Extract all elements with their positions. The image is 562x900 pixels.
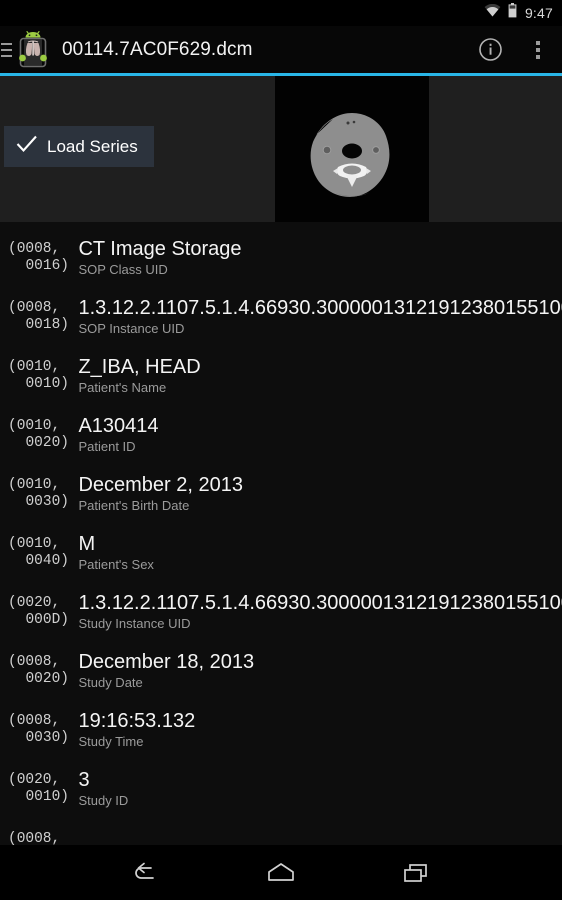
tag-value: Z_IBA, HEAD — [78, 356, 201, 378]
tag-number: (0008, 0020) — [8, 644, 70, 688]
status-bar: 9:47 — [0, 0, 562, 26]
tag-element: 000D) — [25, 612, 69, 628]
tag-label: Patient's Sex — [78, 557, 154, 572]
android-nav-bar — [0, 845, 562, 900]
load-series-button[interactable]: Load Series — [4, 126, 154, 167]
tag-text: Z_IBA, HEAD Patient's Name — [74, 349, 562, 396]
tag-label: Study Date — [78, 675, 143, 690]
tag-label: Study ID — [78, 793, 129, 808]
tag-text: 19:16:53.132 Study Time — [74, 703, 562, 750]
tag-value: 1.3.12.2.1107.5.1.4.66930.30000013121912… — [78, 297, 562, 319]
tag-number: (0008, 0018) — [8, 290, 70, 334]
info-icon[interactable] — [466, 26, 514, 73]
tag-group: (0020, — [8, 595, 61, 611]
table-row[interactable]: (0008, — [0, 821, 562, 845]
tag-number: (0008, 0016) — [8, 231, 70, 275]
tag-group: (0008, — [8, 241, 61, 257]
tag-number: (0010, 0040) — [8, 526, 70, 570]
tag-text: December 2, 2013 Patient's Birth Date — [74, 467, 562, 514]
android-lung-app-icon — [13, 30, 53, 70]
tag-label: Study Instance UID — [78, 616, 191, 631]
series-strip: Load Series — [0, 76, 562, 222]
tag-label: Patient's Name — [78, 380, 167, 395]
tag-text: December 18, 2013 Study Date — [74, 644, 562, 691]
tag-element: 0010) — [25, 789, 69, 805]
tag-value: December 18, 2013 — [78, 651, 255, 673]
dicom-viewer-screen: 9:47 00114.7AC0F629.dcm Load Series (000… — [0, 0, 562, 900]
tag-number: (0008, — [8, 821, 70, 845]
tag-text: 1.3.12.2.1107.5.1.4.66930.30000013121912… — [74, 290, 562, 337]
tag-group: (0008, — [8, 300, 61, 316]
table-row[interactable]: (0008, 0030) 19:16:53.132 Study Time — [0, 703, 562, 762]
tag-group: (0008, — [8, 713, 61, 729]
tag-value: 3 — [78, 769, 90, 791]
table-row[interactable]: (0010, 0020) A130414 Patient ID — [0, 408, 562, 467]
tag-label: SOP Class UID — [78, 262, 168, 277]
tag-element: 0018) — [25, 317, 69, 333]
tag-number: (0020, 000D) — [8, 585, 70, 629]
table-row[interactable]: (0008, 0016) CT Image Storage SOP Class … — [0, 231, 562, 290]
status-bar-time: 9:47 — [524, 5, 553, 21]
table-row[interactable]: (0010, 0040) M Patient's Sex — [0, 526, 562, 585]
wifi-icon — [484, 3, 501, 22]
table-row[interactable]: (0010, 0030) December 2, 2013 Patient's … — [0, 467, 562, 526]
tag-element: 0020) — [25, 671, 69, 687]
tag-text: CT Image Storage SOP Class UID — [74, 231, 562, 278]
tag-text: A130414 Patient ID — [74, 408, 562, 455]
action-bar: 00114.7AC0F629.dcm — [0, 26, 562, 73]
recents-icon[interactable] — [385, 845, 447, 900]
tag-value: 19:16:53.132 — [78, 710, 196, 732]
dicom-tag-list[interactable]: (0008, 0016) CT Image Storage SOP Class … — [0, 231, 562, 845]
tag-element: 0020) — [25, 435, 69, 451]
table-row[interactable]: (0008, 0018) 1.3.12.2.1107.5.1.4.66930.3… — [0, 290, 562, 349]
tag-group: (0010, — [8, 536, 61, 552]
back-icon[interactable] — [115, 845, 177, 900]
tag-element: 0040) — [25, 553, 69, 569]
tag-label: Patient ID — [78, 439, 136, 454]
tag-value: M — [78, 533, 96, 555]
page-title: 00114.7AC0F629.dcm — [62, 38, 253, 60]
tag-number: (0010, 0020) — [8, 408, 70, 452]
table-row[interactable]: (0008, 0020) December 18, 2013 Study Dat… — [0, 644, 562, 703]
tag-number: (0020, 0010) — [8, 762, 70, 806]
table-row[interactable]: (0020, 000D) 1.3.12.2.1107.5.1.4.66930.3… — [0, 585, 562, 644]
tag-value: 1.3.12.2.1107.5.1.4.66930.30000013121912… — [78, 592, 562, 614]
tag-group: (0008, — [8, 654, 61, 670]
tag-group: (0008, — [8, 831, 61, 845]
tag-value: December 2, 2013 — [78, 474, 243, 496]
tag-value: CT Image Storage — [78, 238, 242, 260]
battery-icon — [508, 3, 517, 23]
tag-element: 0016) — [25, 258, 69, 274]
tag-group: (0020, — [8, 772, 61, 788]
drawer-indicator-icon[interactable] — [1, 42, 13, 57]
tag-text: 3 Study ID — [74, 762, 562, 809]
check-icon — [16, 135, 38, 158]
tag-value: A130414 — [78, 415, 159, 437]
tag-element: 0030) — [25, 730, 69, 746]
tag-number: (0010, 0030) — [8, 467, 70, 511]
tag-text: 1.3.12.2.1107.5.1.4.66930.30000013121912… — [74, 585, 562, 632]
tag-element: 0010) — [25, 376, 69, 392]
tag-element: 0030) — [25, 494, 69, 510]
tag-text: M Patient's Sex — [74, 526, 562, 573]
tag-group: (0010, — [8, 418, 61, 434]
tag-label: Study Time — [78, 734, 144, 749]
tag-group: (0010, — [8, 477, 61, 493]
overflow-menu-icon[interactable] — [514, 26, 562, 73]
status-icons: 9:47 — [484, 3, 553, 23]
ct-slice-thumbnail[interactable] — [275, 76, 429, 222]
table-row[interactable]: (0020, 0010) 3 Study ID — [0, 762, 562, 821]
tag-label: SOP Instance UID — [78, 321, 185, 336]
tag-number: (0010, 0010) — [8, 349, 70, 393]
tag-group: (0010, — [8, 359, 61, 375]
load-series-label: Load Series — [47, 136, 138, 156]
table-row[interactable]: (0010, 0010) Z_IBA, HEAD Patient's Name — [0, 349, 562, 408]
tag-number: (0008, 0030) — [8, 703, 70, 747]
tag-label: Patient's Birth Date — [78, 498, 190, 513]
home-icon[interactable] — [250, 845, 312, 900]
